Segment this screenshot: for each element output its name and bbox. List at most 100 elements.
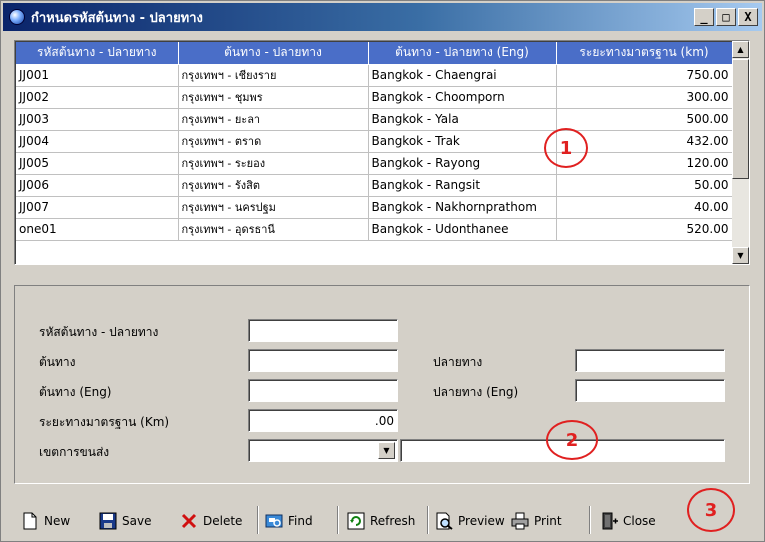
cell-route-en[interactable]: Bangkok - Udonthanee (368, 218, 557, 241)
zone-select[interactable]: ▼ (248, 439, 398, 462)
annotation-marker-3: 3 (687, 488, 735, 532)
column-header-route-th[interactable]: ต้นทาง - ปลายทาง (178, 42, 369, 65)
zone-label: เขตการขนส่ง (39, 445, 110, 459)
new-button[interactable]: New (21, 510, 70, 532)
route-code-window: กำหนดรหัสต้นทาง - ปลายทาง _ □ X รหัสต้นท… (0, 0, 765, 542)
cell-route-th[interactable]: กรุงเทพฯ - ยะลา (178, 108, 369, 131)
cell-route-th[interactable]: กรุงเทพฯ - อุดรธานี (178, 218, 369, 241)
save-label: Save (122, 514, 152, 528)
find-button[interactable]: Find (265, 510, 313, 532)
column-header-code[interactable]: รหัสต้นทาง - ปลายทาง (16, 42, 179, 65)
cell-route-en[interactable]: Bangkok - Rangsit (368, 174, 557, 197)
cell-route-en[interactable]: Bangkok - Rayong (368, 152, 557, 175)
cell-route-en[interactable]: Bangkok - Nakhornprathom (368, 196, 557, 219)
annotation-marker-1: 1 (544, 128, 588, 168)
find-label: Find (288, 514, 313, 528)
cell-route-th[interactable]: กรุงเทพฯ - ชุมพร (178, 86, 369, 109)
save-button[interactable]: Save (99, 510, 151, 532)
table-row[interactable]: one01 กรุงเทพฯ - อุดรธานี Bangkok - Udon… (16, 218, 733, 241)
save-disk-icon (99, 512, 117, 530)
cell-distance[interactable]: 50.00 (556, 174, 733, 197)
bottom-toolbar: New Save Delete Find Refresh Preview Pri… (3, 498, 762, 540)
print-icon (511, 512, 529, 530)
table-row[interactable]: JJ001 กรุงเทพฯ - เชียงราย Bangkok - Chae… (16, 64, 733, 87)
annotation-marker-2: 2 (546, 420, 598, 460)
cell-route-en[interactable]: Bangkok - Yala (368, 108, 557, 131)
destination-en-input[interactable] (575, 379, 725, 402)
destination-en-label: ปลายทาง (Eng) (433, 385, 519, 399)
close-button[interactable]: Close (600, 510, 656, 532)
window-controls: _ □ X (694, 8, 758, 26)
cell-code[interactable]: JJ001 (16, 64, 179, 87)
close-label: Close (623, 514, 656, 528)
table-row[interactable]: JJ005 กรุงเทพฯ - ระยอง Bangkok - Rayong … (16, 152, 733, 175)
distance-label: ระยะทางมาตรฐาน (Km) (39, 415, 170, 429)
cell-code[interactable]: JJ002 (16, 86, 179, 109)
toolbar-separator (257, 506, 259, 534)
toolbar-separator (337, 506, 339, 534)
maximize-button[interactable]: □ (716, 8, 736, 26)
window-title: กำหนดรหัสต้นทาง - ปลายทาง (31, 10, 203, 26)
cell-distance[interactable]: 500.00 (556, 108, 733, 131)
preview-button[interactable]: Preview (435, 510, 505, 532)
scroll-up-button[interactable]: ▲ (732, 41, 749, 58)
scroll-down-button[interactable]: ▼ (732, 247, 749, 264)
destination-input[interactable] (575, 349, 725, 372)
table-row[interactable]: JJ002 กรุงเทพฯ - ชุมพร Bangkok - Choompo… (16, 86, 733, 109)
cell-route-en[interactable]: Bangkok - Choomporn (368, 86, 557, 109)
column-header-route-en[interactable]: ต้นทาง - ปลายทาง (Eng) (368, 42, 557, 65)
origin-en-label: ต้นทาง (Eng) (39, 385, 112, 399)
cell-code[interactable]: one01 (16, 218, 179, 241)
origin-input[interactable] (248, 349, 398, 372)
cell-code[interactable]: JJ005 (16, 152, 179, 175)
find-icon (265, 512, 283, 530)
cell-route-th[interactable]: กรุงเทพฯ - รังสิต (178, 174, 369, 197)
refresh-button[interactable]: Refresh (347, 510, 415, 532)
cell-code[interactable]: JJ006 (16, 174, 179, 197)
table-row[interactable]: JJ006 กรุงเทพฯ - รังสิต Bangkok - Rangsi… (16, 174, 733, 197)
table-row[interactable]: JJ003 กรุงเทพฯ - ยะลา Bangkok - Yala 500… (16, 108, 733, 131)
code-label: รหัสต้นทาง - ปลายทาง (39, 325, 159, 339)
close-door-icon (600, 512, 618, 530)
chevron-down-icon[interactable]: ▼ (378, 442, 395, 459)
minimize-button[interactable]: _ (694, 8, 714, 26)
delete-button[interactable]: Delete (180, 510, 242, 532)
cell-code[interactable]: JJ004 (16, 130, 179, 153)
cell-route-en[interactable]: Bangkok - Chaengrai (368, 64, 557, 87)
cell-route-th[interactable]: กรุงเทพฯ - ระยอง (178, 152, 369, 175)
table-row[interactable]: JJ007 กรุงเทพฯ - นครปฐม Bangkok - Nakhor… (16, 196, 733, 219)
cell-route-en[interactable]: Bangkok - Trak (368, 130, 557, 153)
new-document-icon (21, 512, 39, 530)
distance-input[interactable] (248, 409, 398, 432)
cell-route-th[interactable]: กรุงเทพฯ - นครปฐม (178, 196, 369, 219)
toolbar-separator (427, 506, 429, 534)
title-bar[interactable]: กำหนดรหัสต้นทาง - ปลายทาง _ □ X (3, 3, 762, 31)
scroll-thumb[interactable] (732, 59, 749, 179)
cell-distance[interactable]: 520.00 (556, 218, 733, 241)
route-code-input[interactable] (248, 319, 398, 342)
route-grid[interactable]: รหัสต้นทาง - ปลายทาง ต้นทาง - ปลายทาง ต้… (14, 40, 750, 265)
cell-code[interactable]: JJ003 (16, 108, 179, 131)
origin-label: ต้นทาง (39, 355, 76, 369)
grid-header-row: รหัสต้นทาง - ปลายทาง ต้นทาง - ปลายทาง ต้… (16, 42, 733, 65)
globe-icon (9, 9, 25, 25)
cell-distance[interactable]: 40.00 (556, 196, 733, 219)
grid-vertical-scrollbar[interactable]: ▲ ▼ (732, 41, 749, 264)
delete-label: Delete (203, 514, 243, 528)
cell-route-th[interactable]: กรุงเทพฯ - เชียงราย (178, 64, 369, 87)
print-button[interactable]: Print (511, 510, 562, 532)
refresh-icon (347, 512, 365, 530)
cell-code[interactable]: JJ007 (16, 196, 179, 219)
cell-route-th[interactable]: กรุงเทพฯ - ตราด (178, 130, 369, 153)
origin-en-input[interactable] (248, 379, 398, 402)
cell-distance[interactable]: 750.00 (556, 64, 733, 87)
destination-label: ปลายทาง (433, 355, 483, 369)
column-header-distance[interactable]: ระยะทางมาตรฐาน (km) (556, 42, 733, 65)
cell-distance[interactable]: 300.00 (556, 86, 733, 109)
new-label: New (44, 514, 71, 528)
close-window-button[interactable]: X (738, 8, 758, 26)
preview-icon (435, 512, 453, 530)
refresh-label: Refresh (370, 514, 416, 528)
table-row[interactable]: JJ004 กรุงเทพฯ - ตราด Bangkok - Trak 432… (16, 130, 733, 153)
preview-label: Preview (458, 514, 505, 528)
